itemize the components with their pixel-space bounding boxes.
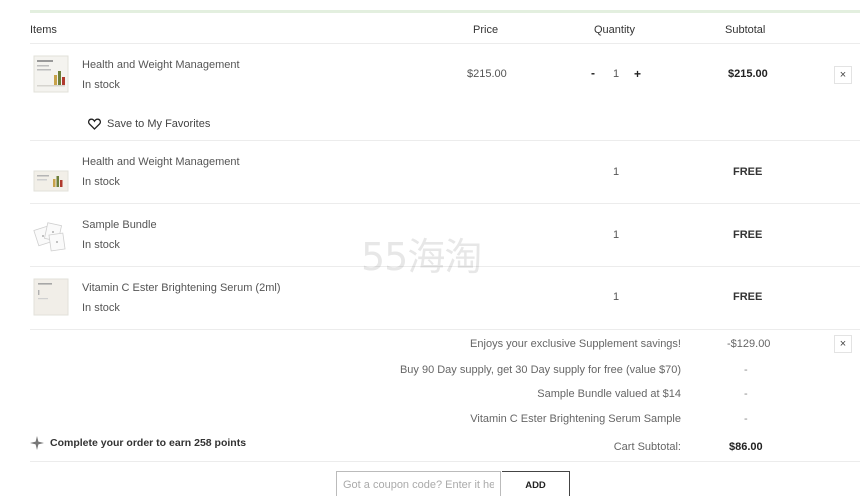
item-name[interactable]: Health and Weight Management [82,156,240,168]
product-thumbnail-supplement-box[interactable] [33,55,69,93]
remove-item-button[interactable]: × [834,66,852,84]
item-subtotal: FREE [733,166,763,178]
promotion-label: Sample Bundle valued at $14 [537,388,681,400]
item-quantity: 1 [613,229,620,241]
promotion-value: - [744,364,748,376]
promotion-value: -$129.00 [727,338,771,350]
sparkle-icon [30,436,44,450]
item-name[interactable]: Sample Bundle [82,219,157,231]
column-header-subtotal: Subtotal [725,24,766,36]
cart-subtotal-label: Cart Subtotal: [613,441,681,453]
item-stock-status: In stock [82,79,120,91]
column-header-quantity: Quantity [594,24,635,36]
quantity-decrement-button[interactable]: - [591,66,595,80]
promotion-label: Buy 90 Day supply, get 30 Day supply for… [399,364,681,376]
item-subtotal: FREE [733,291,763,303]
promotion-label: Vitamin C Ester Brightening Serum Sample [470,413,681,425]
item-stock-status: In stock [82,239,120,251]
item-subtotal: $215.00 [728,68,768,80]
promotion-label: Enjoys your exclusive Supplement savings… [470,338,681,350]
cart-subtotal-value: $86.00 [729,441,763,453]
remove-promotion-button[interactable]: × [834,335,852,353]
reward-points-text: Complete your order to earn 258 points [50,437,247,449]
item-subtotal: FREE [733,229,763,241]
header-divider [30,43,860,44]
promotion-value: - [744,413,748,425]
row-divider [30,203,860,204]
item-name[interactable]: Vitamin C Ester Brightening Serum (2ml) [82,282,280,294]
item-stock-status: In stock [82,176,120,188]
save-to-favorites-button[interactable]: Save to My Favorites [88,116,210,132]
top-accent-line [30,10,860,13]
coupon-code-input[interactable] [336,471,501,496]
product-thumbnail-serum-sachet[interactable] [33,278,69,316]
summary-divider [30,461,860,462]
row-divider [30,140,860,141]
reward-points-notice: Complete your order to earn 258 points [30,436,246,450]
product-thumbnail-sample-packets[interactable] [33,216,69,254]
product-thumbnail-supplement-card[interactable] [33,162,69,200]
item-quantity: 1 [613,68,620,80]
watermark: 55海淘 [361,235,482,279]
row-divider [30,329,860,330]
promotion-value: - [744,388,748,400]
item-quantity: 1 [613,291,620,303]
heart-icon [88,118,101,130]
item-quantity: 1 [613,166,620,178]
item-name[interactable]: Health and Weight Management [82,59,240,71]
quantity-increment-button[interactable]: + [634,67,641,81]
column-header-items: Items [30,24,57,36]
column-header-price: Price [473,24,499,36]
save-to-favorites-label: Save to My Favorites [107,118,211,130]
item-stock-status: In stock [82,302,120,314]
add-coupon-button[interactable]: ADD [502,471,570,496]
item-price: $215.00 [467,68,507,80]
